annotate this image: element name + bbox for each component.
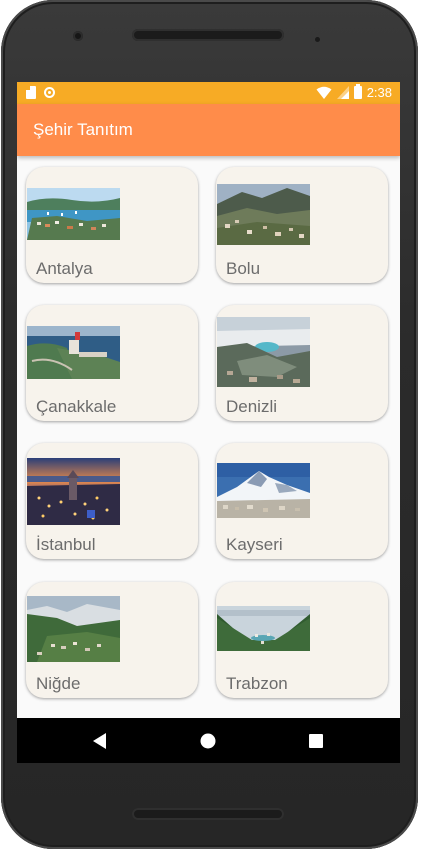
- city-card-kayseri[interactable]: Kayseri: [216, 443, 388, 559]
- denizli-travertine-photo: [217, 317, 310, 387]
- bolu-mountain-photo: [217, 184, 310, 245]
- navigation-bar: [17, 718, 400, 763]
- city-card-trabzon[interactable]: Trabzon: [216, 582, 388, 698]
- kayseri-erciyes-photo: [217, 463, 310, 518]
- speaker-grille-bottom: [132, 808, 284, 820]
- battery-icon: [353, 84, 362, 99]
- sd-card-icon: [26, 86, 36, 99]
- proximity-sensor: [315, 37, 320, 42]
- city-card-denizli[interactable]: Denizli: [216, 305, 388, 421]
- app-title: Şehir Tanıtım: [33, 120, 133, 139]
- home-icon: [200, 733, 216, 748]
- city-card-antalya[interactable]: Antalya: [26, 167, 198, 283]
- nigde-valley-photo: [27, 596, 120, 662]
- city-card-canakkale[interactable]: Çanakkale: [26, 305, 198, 421]
- city-card-nigde[interactable]: Niğde: [26, 582, 198, 698]
- city-card-label: Trabzon: [226, 674, 288, 693]
- app-bar: Şehir Tanıtım: [17, 104, 400, 156]
- city-card-label: Antalya: [36, 259, 93, 278]
- nav-home-button[interactable]: [178, 718, 238, 763]
- trabzon-uzungol-photo: [217, 606, 310, 651]
- city-grid: Antalya Bolu Çanakkale Denizli İstanbul …: [17, 156, 400, 718]
- wifi-icon: [316, 86, 332, 99]
- city-card-label: Denizli: [226, 397, 278, 416]
- status-bar: 2:38: [17, 82, 400, 104]
- phone-screen: 2:38 Şehir Tanıtım Antalya Bolu Çanakkal…: [17, 82, 400, 763]
- city-card-label: Niğde: [36, 674, 81, 693]
- front-camera: [73, 31, 83, 41]
- canakkale-memorial-photo: [27, 326, 120, 379]
- circle-notification-icon: [44, 87, 55, 98]
- city-card-label: İstanbul: [36, 535, 96, 554]
- nav-back-button[interactable]: [70, 718, 130, 763]
- city-card-bolu[interactable]: Bolu: [216, 167, 388, 283]
- antalya-harbor-photo: [27, 188, 120, 240]
- status-clock: 2:38: [366, 85, 392, 100]
- city-card-istanbul[interactable]: İstanbul: [26, 443, 198, 559]
- speaker-grille-top: [132, 29, 284, 41]
- signal-icon: [336, 86, 349, 99]
- istanbul-galata-photo: [27, 458, 120, 525]
- back-icon: [93, 732, 106, 749]
- city-card-label: Çanakkale: [36, 397, 117, 416]
- nav-recents-button[interactable]: [286, 718, 346, 763]
- city-card-label: Kayseri: [226, 535, 283, 554]
- city-card-label: Bolu: [226, 259, 261, 278]
- recents-icon: [309, 733, 323, 748]
